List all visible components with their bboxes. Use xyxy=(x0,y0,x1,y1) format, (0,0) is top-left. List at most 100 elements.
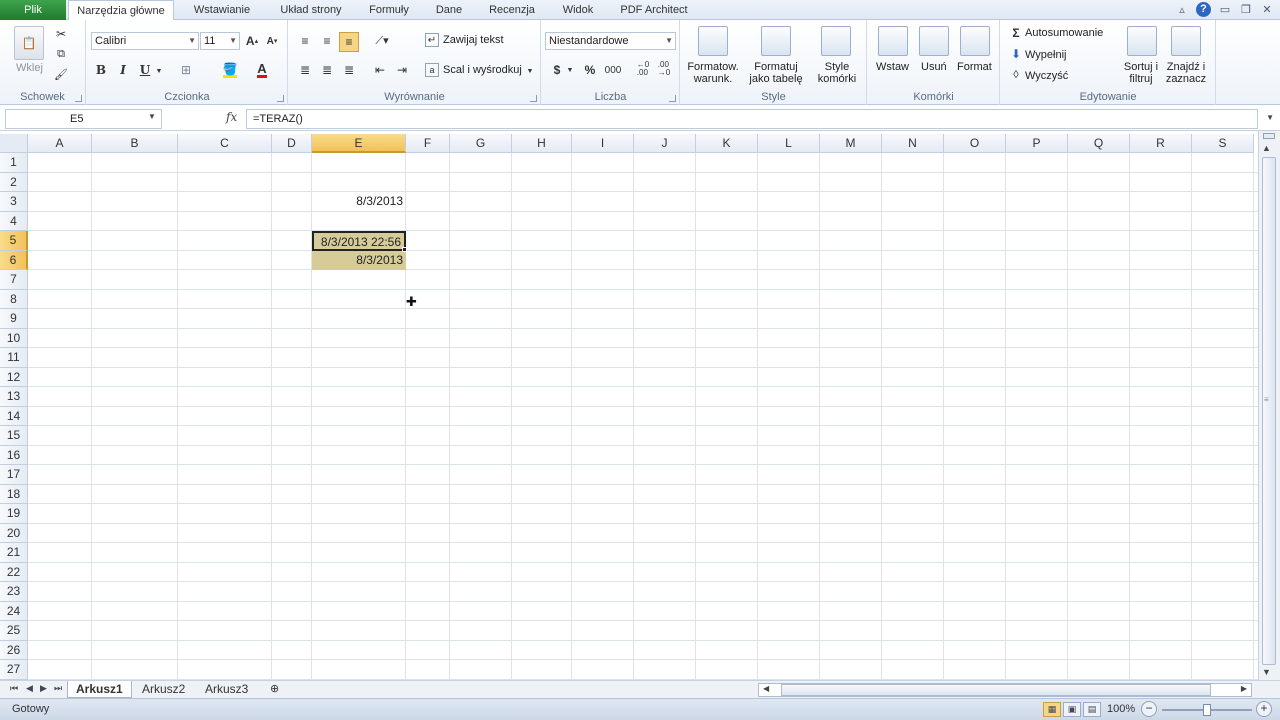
insert-function-button[interactable]: fx xyxy=(226,110,237,124)
fill-color-icon[interactable]: 🪣 xyxy=(221,62,239,78)
row-header-4[interactable]: 4 xyxy=(0,211,28,231)
format-cells-icon[interactable] xyxy=(960,26,990,56)
column-header-m[interactable]: M xyxy=(820,134,882,153)
delete-cells-icon[interactable] xyxy=(919,26,949,56)
align-middle-icon[interactable]: ≡ xyxy=(318,32,336,50)
paste-icon[interactable]: 📋 xyxy=(14,26,44,60)
row-header-19[interactable]: 19 xyxy=(0,504,28,524)
vertical-scroll-thumb[interactable] xyxy=(1262,157,1276,665)
fill-handle[interactable] xyxy=(402,246,407,252)
tab-insert[interactable]: Wstawianie xyxy=(183,0,261,20)
normal-view-icon[interactable]: ▦ xyxy=(1043,702,1061,717)
cell-styles-button[interactable]: Style komórki xyxy=(811,61,863,85)
column-header-j[interactable]: J xyxy=(634,134,696,153)
orientation-icon[interactable]: ⟋▾ xyxy=(371,32,393,50)
increase-decimal-icon[interactable]: ←0.00 xyxy=(634,60,652,78)
format-as-table-button[interactable]: Formatuj jako tabelę xyxy=(743,61,809,85)
find-select-icon[interactable] xyxy=(1171,26,1201,56)
sheet-tab-arkusz2[interactable]: Arkusz2 xyxy=(134,681,193,698)
align-right-icon[interactable]: ≣ xyxy=(340,62,358,78)
tab-view[interactable]: Widok xyxy=(553,0,603,20)
column-header-i[interactable]: I xyxy=(572,134,634,153)
row-header-15[interactable]: 15 xyxy=(0,426,28,446)
number-launcher-icon[interactable] xyxy=(669,95,676,102)
column-header-f[interactable]: F xyxy=(406,134,450,153)
tab-review[interactable]: Recenzja xyxy=(482,0,542,20)
fill-button[interactable]: Wypełnij xyxy=(1025,49,1066,61)
row-header-14[interactable]: 14 xyxy=(0,406,28,426)
zoom-in-icon[interactable]: + xyxy=(1256,701,1272,717)
row-header-27[interactable]: 27 xyxy=(0,660,28,680)
copy-icon[interactable]: ⧉ xyxy=(53,46,69,62)
clipboard-launcher-icon[interactable] xyxy=(75,95,82,102)
zoom-out-icon[interactable]: − xyxy=(1141,701,1157,717)
format-cells-button[interactable]: Format xyxy=(957,61,992,73)
window-close-icon[interactable]: ✕ xyxy=(1260,3,1274,16)
number-format-select[interactable]: Niestandardowe ▼ xyxy=(545,32,676,50)
first-sheet-icon[interactable]: ⏮ xyxy=(10,683,18,694)
row-header-12[interactable]: 12 xyxy=(0,367,28,387)
column-header-b[interactable]: B xyxy=(92,134,178,153)
find-select-button[interactable]: Znajdź i zaznacz xyxy=(1163,61,1209,85)
sort-filter-icon[interactable] xyxy=(1127,26,1157,56)
column-header-p[interactable]: P xyxy=(1006,134,1068,153)
zoom-level[interactable]: 100% xyxy=(1107,703,1135,715)
font-family-select[interactable]: Calibri ▼ xyxy=(91,32,199,50)
scroll-down-icon[interactable]: ▼ xyxy=(1262,667,1271,677)
new-sheet-icon[interactable]: ⊕ xyxy=(262,681,284,698)
cell-e3[interactable]: 8/3/2013 xyxy=(312,192,406,212)
row-header-11[interactable]: 11 xyxy=(0,348,28,368)
name-box[interactable]: E5 xyxy=(5,109,162,129)
row-header-9[interactable]: 9 xyxy=(0,309,28,329)
column-header-g[interactable]: G xyxy=(450,134,512,153)
clear-button[interactable]: Wyczyść xyxy=(1025,70,1068,82)
conditional-formatting-button[interactable]: Formatow. warunk. xyxy=(685,61,741,85)
percent-button[interactable]: % xyxy=(582,62,598,78)
font-size-select[interactable]: 11 ▼ xyxy=(200,32,240,50)
next-sheet-icon[interactable]: ▶ xyxy=(40,683,47,694)
cell-e6[interactable]: 8/3/2013 xyxy=(312,250,406,270)
format-as-table-icon[interactable] xyxy=(761,26,791,56)
scroll-up-icon[interactable]: ▲ xyxy=(1262,143,1271,153)
row-header-18[interactable]: 18 xyxy=(0,484,28,504)
scroll-left-icon[interactable]: ◀ xyxy=(763,684,769,693)
italic-button[interactable]: I xyxy=(115,62,131,78)
vertical-scrollbar[interactable]: ▲ ≡ ▼ xyxy=(1258,131,1280,680)
formula-input[interactable]: =TERAZ() xyxy=(246,109,1258,129)
row-header-25[interactable]: 25 xyxy=(0,621,28,641)
decrease-indent-icon[interactable]: ⇤ xyxy=(371,62,389,78)
row-header-20[interactable]: 20 xyxy=(0,523,28,543)
increase-indent-icon[interactable]: ⇥ xyxy=(393,62,411,78)
select-all-corner[interactable] xyxy=(0,134,28,153)
autosum-icon[interactable]: Σ xyxy=(1009,26,1023,40)
sheet-tab-arkusz1[interactable]: Arkusz1 xyxy=(67,681,132,698)
column-header-n[interactable]: N xyxy=(882,134,944,153)
chevron-down-icon[interactable]: ▼ xyxy=(155,64,163,78)
expand-formula-bar-icon[interactable]: ▼ xyxy=(1266,113,1274,122)
autosum-button[interactable]: Autosumowanie xyxy=(1025,27,1103,39)
window-restore-icon[interactable]: ❐ xyxy=(1239,3,1253,16)
grow-font-icon[interactable]: A ▴ xyxy=(244,33,260,49)
page-layout-view-icon[interactable]: ▣ xyxy=(1063,702,1081,717)
column-header-d[interactable]: D xyxy=(272,134,312,153)
sheet-tab-arkusz3[interactable]: Arkusz3 xyxy=(197,681,256,698)
column-header-s[interactable]: S xyxy=(1192,134,1254,153)
tab-page-layout[interactable]: Układ strony xyxy=(270,0,352,20)
row-header-7[interactable]: 7 xyxy=(0,270,28,290)
cell-e5[interactable]: 8/3/2013 22:56 xyxy=(312,231,406,251)
column-header-q[interactable]: Q xyxy=(1068,134,1130,153)
row-header-21[interactable]: 21 xyxy=(0,543,28,563)
row-header-16[interactable]: 16 xyxy=(0,445,28,465)
column-header-r[interactable]: R xyxy=(1130,134,1192,153)
paste-button-label[interactable]: Wklej xyxy=(16,62,43,74)
row-header-24[interactable]: 24 xyxy=(0,601,28,621)
ribbon-minimize-icon[interactable]: ▵ xyxy=(1175,3,1189,16)
merge-center-button[interactable]: Scal i wyśrodkuj xyxy=(443,64,522,76)
tab-pdf-architect[interactable]: PDF Architect xyxy=(614,0,694,20)
underline-button[interactable]: U xyxy=(137,62,153,78)
cell-styles-icon[interactable] xyxy=(821,26,851,56)
tab-file[interactable]: Plik xyxy=(0,0,66,20)
align-center-icon[interactable]: ≣ xyxy=(318,62,336,78)
bold-button[interactable]: B xyxy=(93,62,109,78)
row-header-1[interactable]: 1 xyxy=(0,153,28,173)
